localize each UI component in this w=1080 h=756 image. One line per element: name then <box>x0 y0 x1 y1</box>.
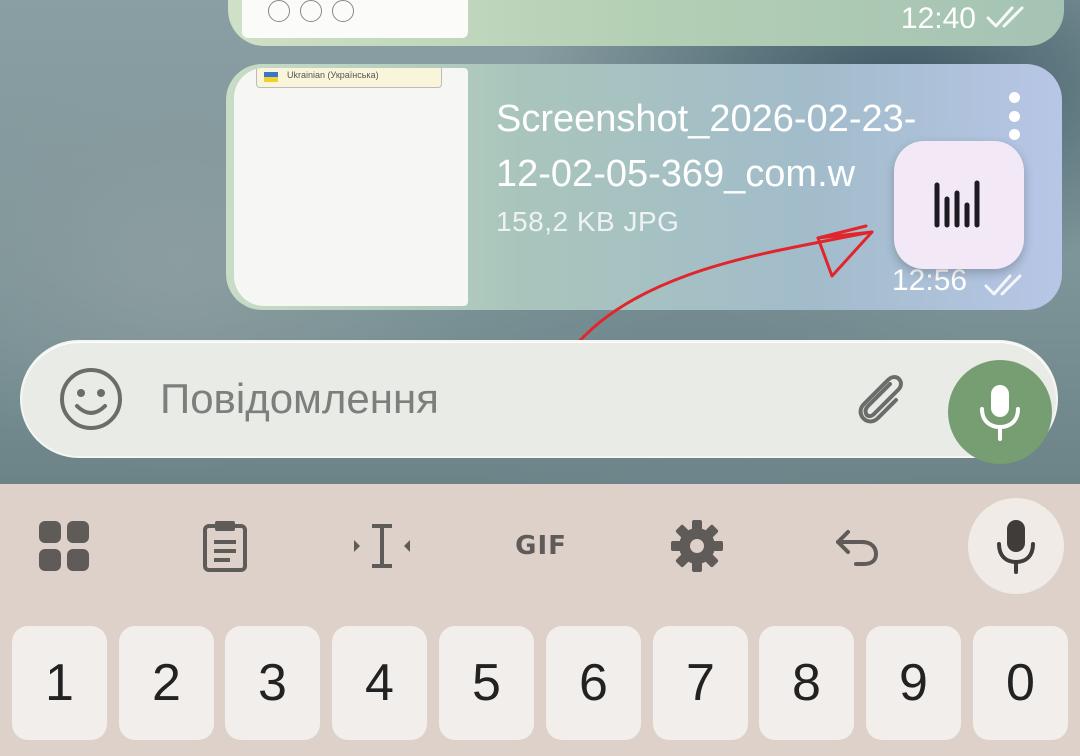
message-input[interactable] <box>160 342 680 456</box>
more-vertical-icon[interactable] <box>1002 92 1026 140</box>
number-row: 1 2 3 4 5 6 7 8 9 0 <box>0 626 1080 740</box>
mini-icon <box>332 0 354 22</box>
voice-message-button[interactable] <box>948 360 1052 464</box>
message-time: 12:56 <box>892 264 968 297</box>
paperclip-icon[interactable] <box>848 366 914 432</box>
microphone-icon <box>997 520 1035 574</box>
key-3[interactable]: 3 <box>225 626 320 740</box>
clipboard-icon[interactable] <box>193 514 257 578</box>
file-size-type: 158,2 KB JPG <box>496 206 680 237</box>
floating-waveform-button[interactable] <box>894 141 1024 269</box>
text-cursor-icon[interactable] <box>350 514 414 578</box>
thumbnail-mini-icons <box>268 0 354 22</box>
gif-label: GIF <box>515 531 567 561</box>
key-4[interactable]: 4 <box>332 626 427 740</box>
keyboard-voice-button[interactable] <box>968 498 1064 594</box>
double-check-icon <box>984 272 1032 302</box>
key-6[interactable]: 6 <box>546 626 641 740</box>
grid-icon[interactable] <box>32 514 96 578</box>
keyboard-toolbar: GIF <box>0 484 1080 604</box>
smiley-icon[interactable] <box>58 366 124 432</box>
key-1[interactable]: 1 <box>12 626 107 740</box>
mini-icon <box>300 0 322 22</box>
flag-icon <box>264 72 278 82</box>
previous-image-thumbnail[interactable] <box>242 0 468 38</box>
undo-icon[interactable] <box>824 514 888 578</box>
waveform-icon <box>934 180 980 228</box>
thumbnail-header: Ukrainian (Українська) <box>256 68 442 88</box>
message-composer <box>20 340 1058 458</box>
key-5[interactable]: 5 <box>439 626 534 740</box>
previous-message-bubble[interactable]: 12:40 <box>228 0 1064 46</box>
gif-button[interactable]: GIF <box>506 514 576 578</box>
key-0[interactable]: 0 <box>973 626 1068 740</box>
gear-icon[interactable] <box>665 514 729 578</box>
key-7[interactable]: 7 <box>653 626 748 740</box>
keyboard: GIF 1 2 3 4 5 6 7 8 9 0 <box>0 484 1080 756</box>
double-check-icon <box>986 4 1034 34</box>
message-time: 12:40 <box>900 2 976 35</box>
key-9[interactable]: 9 <box>866 626 961 740</box>
microphone-icon <box>980 385 1020 441</box>
key-8[interactable]: 8 <box>759 626 854 740</box>
key-2[interactable]: 2 <box>119 626 214 740</box>
file-thumbnail[interactable]: Ukrainian (Українська) <box>234 68 468 306</box>
mini-icon <box>268 0 290 22</box>
